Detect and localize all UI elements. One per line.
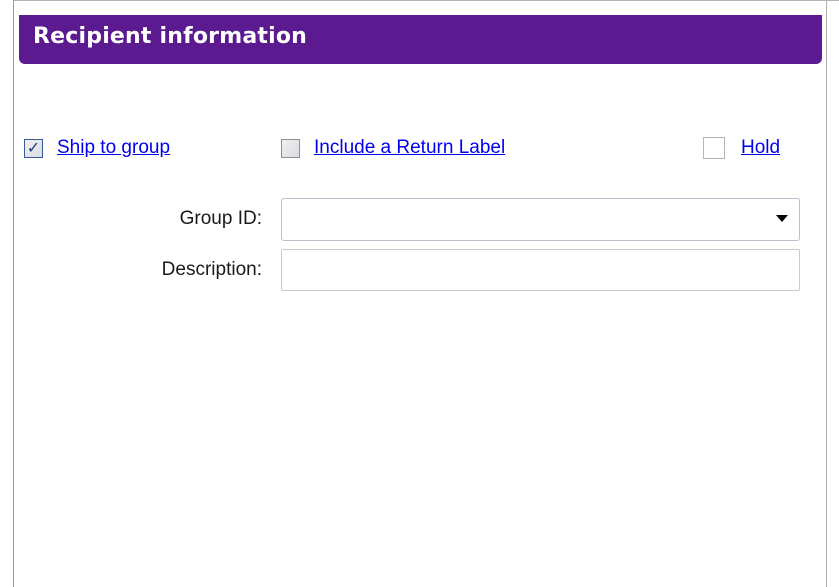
hold-checkbox[interactable] — [703, 137, 725, 159]
hold-link[interactable]: Hold — [741, 137, 780, 159]
panel-border-left — [13, 0, 14, 587]
ship-to-group-option[interactable]: ✓ Ship to group — [24, 136, 170, 160]
recipient-information-panel: Recipient information ✓ Ship to group In… — [0, 0, 839, 587]
include-return-label-link[interactable]: Include a Return Label — [314, 137, 505, 159]
ship-to-group-checkbox[interactable]: ✓ — [24, 138, 43, 158]
ship-to-group-link[interactable]: Ship to group — [57, 137, 170, 159]
panel-border-right — [826, 0, 827, 587]
description-input[interactable] — [281, 249, 800, 291]
description-label: Description: — [161, 259, 262, 280]
group-id-dropdown[interactable] — [281, 198, 800, 241]
include-return-label-option[interactable]: Include a Return Label — [281, 136, 505, 160]
group-id-label: Group ID: — [179, 208, 262, 229]
hold-option[interactable]: Hold — [703, 136, 780, 160]
check-icon: ✓ — [26, 138, 41, 157]
panel-title-bar: Recipient information — [19, 15, 822, 64]
panel-title: Recipient information — [33, 24, 308, 49]
dropdown-arrow-icon[interactable] — [776, 215, 788, 222]
include-return-label-checkbox[interactable] — [281, 138, 300, 158]
panel-border-top — [13, 0, 839, 1]
